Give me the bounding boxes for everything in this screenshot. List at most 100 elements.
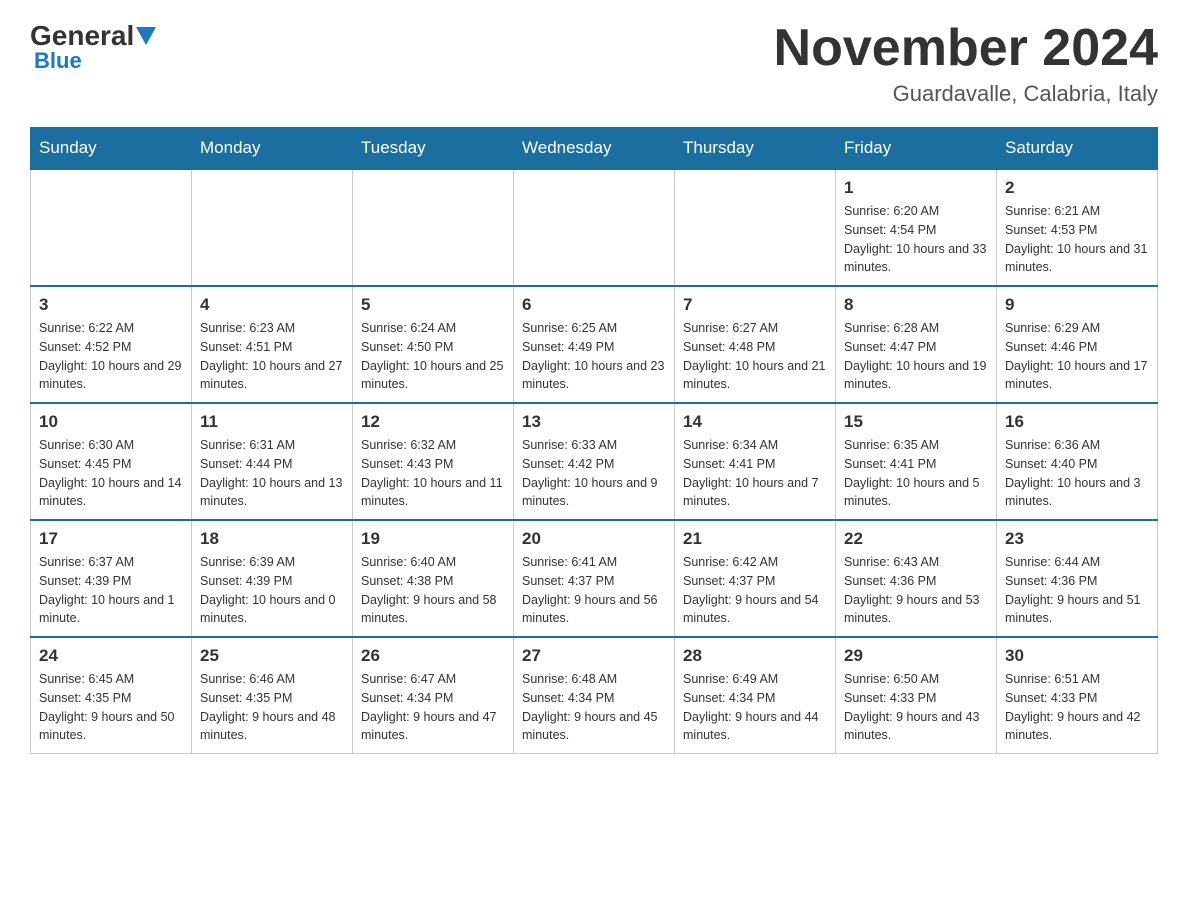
- day-number: 15: [844, 412, 988, 432]
- calendar-cell: [353, 169, 514, 286]
- month-title: November 2024: [774, 20, 1158, 77]
- day-info: Sunrise: 6:20 AMSunset: 4:54 PMDaylight:…: [844, 202, 988, 277]
- day-info: Sunrise: 6:29 AMSunset: 4:46 PMDaylight:…: [1005, 319, 1149, 394]
- calendar-cell: [192, 169, 353, 286]
- calendar-cell: 14 Sunrise: 6:34 AMSunset: 4:41 PMDayligh…: [675, 403, 836, 520]
- day-number: 11: [200, 412, 344, 432]
- calendar-cell: 5 Sunrise: 6:24 AMSunset: 4:50 PMDaylight…: [353, 286, 514, 403]
- day-number: 30: [1005, 646, 1149, 666]
- day-info: Sunrise: 6:41 AMSunset: 4:37 PMDaylight:…: [522, 553, 666, 628]
- location: Guardavalle, Calabria, Italy: [774, 81, 1158, 107]
- day-info: Sunrise: 6:39 AMSunset: 4:39 PMDaylight:…: [200, 553, 344, 628]
- calendar-cell: 1 Sunrise: 6:20 AMSunset: 4:54 PMDaylight…: [836, 169, 997, 286]
- day-number: 3: [39, 295, 183, 315]
- calendar-cell: 15 Sunrise: 6:35 AMSunset: 4:41 PMDayligh…: [836, 403, 997, 520]
- day-number: 22: [844, 529, 988, 549]
- weekday-header-tuesday: Tuesday: [353, 128, 514, 170]
- day-number: 28: [683, 646, 827, 666]
- calendar-cell: 22 Sunrise: 6:43 AMSunset: 4:36 PMDayligh…: [836, 520, 997, 637]
- day-number: 24: [39, 646, 183, 666]
- day-info: Sunrise: 6:27 AMSunset: 4:48 PMDaylight:…: [683, 319, 827, 394]
- day-info: Sunrise: 6:22 AMSunset: 4:52 PMDaylight:…: [39, 319, 183, 394]
- calendar-cell: 26 Sunrise: 6:47 AMSunset: 4:34 PMDayligh…: [353, 637, 514, 754]
- day-info: Sunrise: 6:46 AMSunset: 4:35 PMDaylight:…: [200, 670, 344, 745]
- day-info: Sunrise: 6:36 AMSunset: 4:40 PMDaylight:…: [1005, 436, 1149, 511]
- day-info: Sunrise: 6:35 AMSunset: 4:41 PMDaylight:…: [844, 436, 988, 511]
- day-info: Sunrise: 6:34 AMSunset: 4:41 PMDaylight:…: [683, 436, 827, 511]
- day-info: Sunrise: 6:32 AMSunset: 4:43 PMDaylight:…: [361, 436, 505, 511]
- calendar-cell: 2 Sunrise: 6:21 AMSunset: 4:53 PMDaylight…: [997, 169, 1158, 286]
- day-number: 13: [522, 412, 666, 432]
- weekday-header-thursday: Thursday: [675, 128, 836, 170]
- calendar-cell: 16 Sunrise: 6:36 AMSunset: 4:40 PMDayligh…: [997, 403, 1158, 520]
- day-number: 16: [1005, 412, 1149, 432]
- calendar-cell: 8 Sunrise: 6:28 AMSunset: 4:47 PMDaylight…: [836, 286, 997, 403]
- day-info: Sunrise: 6:23 AMSunset: 4:51 PMDaylight:…: [200, 319, 344, 394]
- calendar-cell: 7 Sunrise: 6:27 AMSunset: 4:48 PMDaylight…: [675, 286, 836, 403]
- weekday-header-wednesday: Wednesday: [514, 128, 675, 170]
- day-info: Sunrise: 6:40 AMSunset: 4:38 PMDaylight:…: [361, 553, 505, 628]
- calendar-cell: 24 Sunrise: 6:45 AMSunset: 4:35 PMDayligh…: [31, 637, 192, 754]
- day-number: 25: [200, 646, 344, 666]
- logo-blue: Blue: [34, 48, 82, 74]
- day-number: 10: [39, 412, 183, 432]
- calendar-cell: 12 Sunrise: 6:32 AMSunset: 4:43 PMDayligh…: [353, 403, 514, 520]
- weekday-header-friday: Friday: [836, 128, 997, 170]
- day-info: Sunrise: 6:51 AMSunset: 4:33 PMDaylight:…: [1005, 670, 1149, 745]
- day-info: Sunrise: 6:30 AMSunset: 4:45 PMDaylight:…: [39, 436, 183, 511]
- calendar-cell: 30 Sunrise: 6:51 AMSunset: 4:33 PMDayligh…: [997, 637, 1158, 754]
- day-number: 12: [361, 412, 505, 432]
- day-info: Sunrise: 6:50 AMSunset: 4:33 PMDaylight:…: [844, 670, 988, 745]
- day-number: 2: [1005, 178, 1149, 198]
- calendar-cell: 25 Sunrise: 6:46 AMSunset: 4:35 PMDayligh…: [192, 637, 353, 754]
- day-info: Sunrise: 6:25 AMSunset: 4:49 PMDaylight:…: [522, 319, 666, 394]
- calendar-table: SundayMondayTuesdayWednesdayThursdayFrid…: [30, 127, 1158, 754]
- day-number: 7: [683, 295, 827, 315]
- calendar-cell: 28Sunrise: 6:49 AMSunset: 4:34 PMDayligh…: [675, 637, 836, 754]
- day-info: Sunrise: 6:24 AMSunset: 4:50 PMDaylight:…: [361, 319, 505, 394]
- calendar-cell: 23Sunrise: 6:44 AMSunset: 4:36 PMDayligh…: [997, 520, 1158, 637]
- day-info: Sunrise: 6:43 AMSunset: 4:36 PMDaylight:…: [844, 553, 988, 628]
- day-number: 6: [522, 295, 666, 315]
- day-info: Sunrise: 6:48 AMSunset: 4:34 PMDaylight:…: [522, 670, 666, 745]
- calendar-week-4: 17 Sunrise: 6:37 AMSunset: 4:39 PMDayligh…: [31, 520, 1158, 637]
- calendar-cell: 19 Sunrise: 6:40 AMSunset: 4:38 PMDayligh…: [353, 520, 514, 637]
- calendar-week-5: 24 Sunrise: 6:45 AMSunset: 4:35 PMDayligh…: [31, 637, 1158, 754]
- day-number: 14: [683, 412, 827, 432]
- day-info: Sunrise: 6:28 AMSunset: 4:47 PMDaylight:…: [844, 319, 988, 394]
- day-number: 9: [1005, 295, 1149, 315]
- day-number: 8: [844, 295, 988, 315]
- day-number: 26: [361, 646, 505, 666]
- calendar-week-1: 1 Sunrise: 6:20 AMSunset: 4:54 PMDaylight…: [31, 169, 1158, 286]
- day-number: 18: [200, 529, 344, 549]
- weekday-header-sunday: Sunday: [31, 128, 192, 170]
- calendar-cell: [675, 169, 836, 286]
- calendar-week-3: 10 Sunrise: 6:30 AMSunset: 4:45 PMDayligh…: [31, 403, 1158, 520]
- calendar-cell: 6 Sunrise: 6:25 AMSunset: 4:49 PMDaylight…: [514, 286, 675, 403]
- day-number: 19: [361, 529, 505, 549]
- day-number: 21: [683, 529, 827, 549]
- day-info: Sunrise: 6:31 AMSunset: 4:44 PMDaylight:…: [200, 436, 344, 511]
- calendar-cell: 10 Sunrise: 6:30 AMSunset: 4:45 PMDayligh…: [31, 403, 192, 520]
- day-info: Sunrise: 6:33 AMSunset: 4:42 PMDaylight:…: [522, 436, 666, 511]
- calendar-cell: 20 Sunrise: 6:41 AMSunset: 4:37 PMDayligh…: [514, 520, 675, 637]
- logo-triangle-icon: [136, 27, 156, 45]
- day-info: Sunrise: 6:21 AMSunset: 4:53 PMDaylight:…: [1005, 202, 1149, 277]
- calendar-cell: 27Sunrise: 6:48 AMSunset: 4:34 PMDayligh…: [514, 637, 675, 754]
- day-info: Sunrise: 6:37 AMSunset: 4:39 PMDaylight:…: [39, 553, 183, 628]
- day-info: Sunrise: 6:47 AMSunset: 4:34 PMDaylight:…: [361, 670, 505, 745]
- page-header: General Blue November 2024 Guardavalle, …: [30, 20, 1158, 107]
- calendar-cell: 3 Sunrise: 6:22 AMSunset: 4:52 PMDaylight…: [31, 286, 192, 403]
- day-number: 23: [1005, 529, 1149, 549]
- day-number: 1: [844, 178, 988, 198]
- day-info: Sunrise: 6:42 AMSunset: 4:37 PMDaylight:…: [683, 553, 827, 628]
- calendar-cell: [31, 169, 192, 286]
- calendar-cell: 9 Sunrise: 6:29 AMSunset: 4:46 PMDaylight…: [997, 286, 1158, 403]
- calendar-cell: 11 Sunrise: 6:31 AMSunset: 4:44 PMDayligh…: [192, 403, 353, 520]
- weekday-header-monday: Monday: [192, 128, 353, 170]
- day-number: 20: [522, 529, 666, 549]
- day-number: 5: [361, 295, 505, 315]
- day-info: Sunrise: 6:45 AMSunset: 4:35 PMDaylight:…: [39, 670, 183, 745]
- day-number: 17: [39, 529, 183, 549]
- calendar-cell: 17 Sunrise: 6:37 AMSunset: 4:39 PMDayligh…: [31, 520, 192, 637]
